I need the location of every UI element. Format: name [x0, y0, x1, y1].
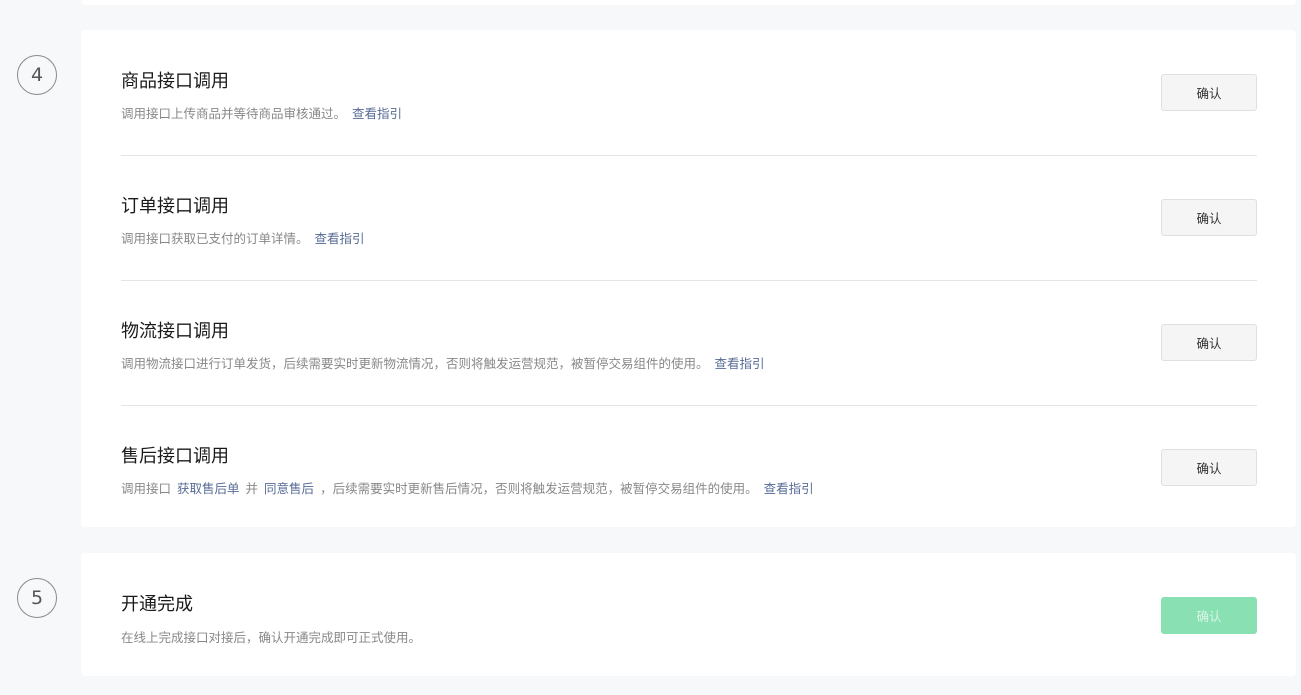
step-5-card: 开通完成 在线上完成接口对接后，确认开通完成即可正式使用。 确认 [81, 553, 1296, 676]
description-text: 调用物流接口进行订单发货，后续需要实时更新物流情况，否则将触发运营规范，被暂停交… [121, 356, 709, 371]
description-prefix: 调用接口 [121, 481, 172, 496]
description-text: 调用接口上传商品并等待商品审核通过。 [121, 106, 347, 121]
description-suffix: ，后续需要实时更新售后情况，否则将触发运营规范，被暂停交易组件的使用。 [320, 481, 758, 496]
view-guide-link[interactable]: 查看指引 [315, 231, 365, 246]
previous-card [81, 0, 1296, 5]
row-title: 商品接口调用 [121, 71, 229, 92]
row-description: 在线上完成接口对接后，确认开通完成即可正式使用。 [121, 627, 421, 646]
get-after-sales-order-link[interactable]: 获取售后单 [177, 481, 240, 496]
row-description: 调用接口上传商品并等待商品审核通过。 查看指引 [121, 103, 402, 122]
order-api-row: 订单接口调用 调用接口获取已支付的订单详情。 查看指引 确认 [121, 155, 1257, 281]
row-title: 开通完成 [121, 594, 193, 615]
agree-after-sales-link[interactable]: 同意售后 [264, 481, 314, 496]
after-sales-api-row: 售后接口调用 调用接口 获取售后单并同意售后 ，后续需要实时更新售后情况，否则将触发… [121, 405, 1257, 530]
confirm-button-disabled[interactable]: 确认 [1161, 597, 1257, 634]
description-conjunction: 并 [245, 481, 259, 496]
confirm-button[interactable]: 确认 [1161, 74, 1257, 111]
activation-complete-row: 开通完成 在线上完成接口对接后，确认开通完成即可正式使用。 确认 [121, 553, 1257, 678]
description-text: 调用接口获取已支付的订单详情。 [121, 231, 309, 246]
confirm-button[interactable]: 确认 [1161, 449, 1257, 486]
view-guide-link[interactable]: 查看指引 [715, 356, 765, 371]
product-api-row: 商品接口调用 调用接口上传商品并等待商品审核通过。 查看指引 确认 [121, 30, 1257, 156]
row-title: 订单接口调用 [121, 196, 229, 217]
row-description: 调用接口获取已支付的订单详情。 查看指引 [121, 228, 365, 247]
confirm-button[interactable]: 确认 [1161, 324, 1257, 361]
row-description: 调用接口 获取售后单并同意售后 ，后续需要实时更新售后情况，否则将触发运营规范，被暂… [121, 478, 814, 497]
view-guide-link[interactable]: 查看指引 [764, 481, 814, 496]
step-number-4: 4 [17, 55, 57, 95]
logistics-api-row: 物流接口调用 调用物流接口进行订单发货，后续需要实时更新物流情况，否则将触发运营… [121, 280, 1257, 406]
view-guide-link[interactable]: 查看指引 [352, 106, 402, 121]
row-title: 物流接口调用 [121, 321, 229, 342]
step-number-5: 5 [17, 578, 57, 618]
step-4-card: 商品接口调用 调用接口上传商品并等待商品审核通过。 查看指引 确认 订单接口调用 … [81, 30, 1296, 527]
row-title: 售后接口调用 [121, 446, 229, 467]
confirm-button[interactable]: 确认 [1161, 199, 1257, 236]
row-description: 调用物流接口进行订单发货，后续需要实时更新物流情况，否则将触发运营规范，被暂停交… [121, 353, 765, 372]
description-text: 在线上完成接口对接后，确认开通完成即可正式使用。 [121, 630, 422, 645]
